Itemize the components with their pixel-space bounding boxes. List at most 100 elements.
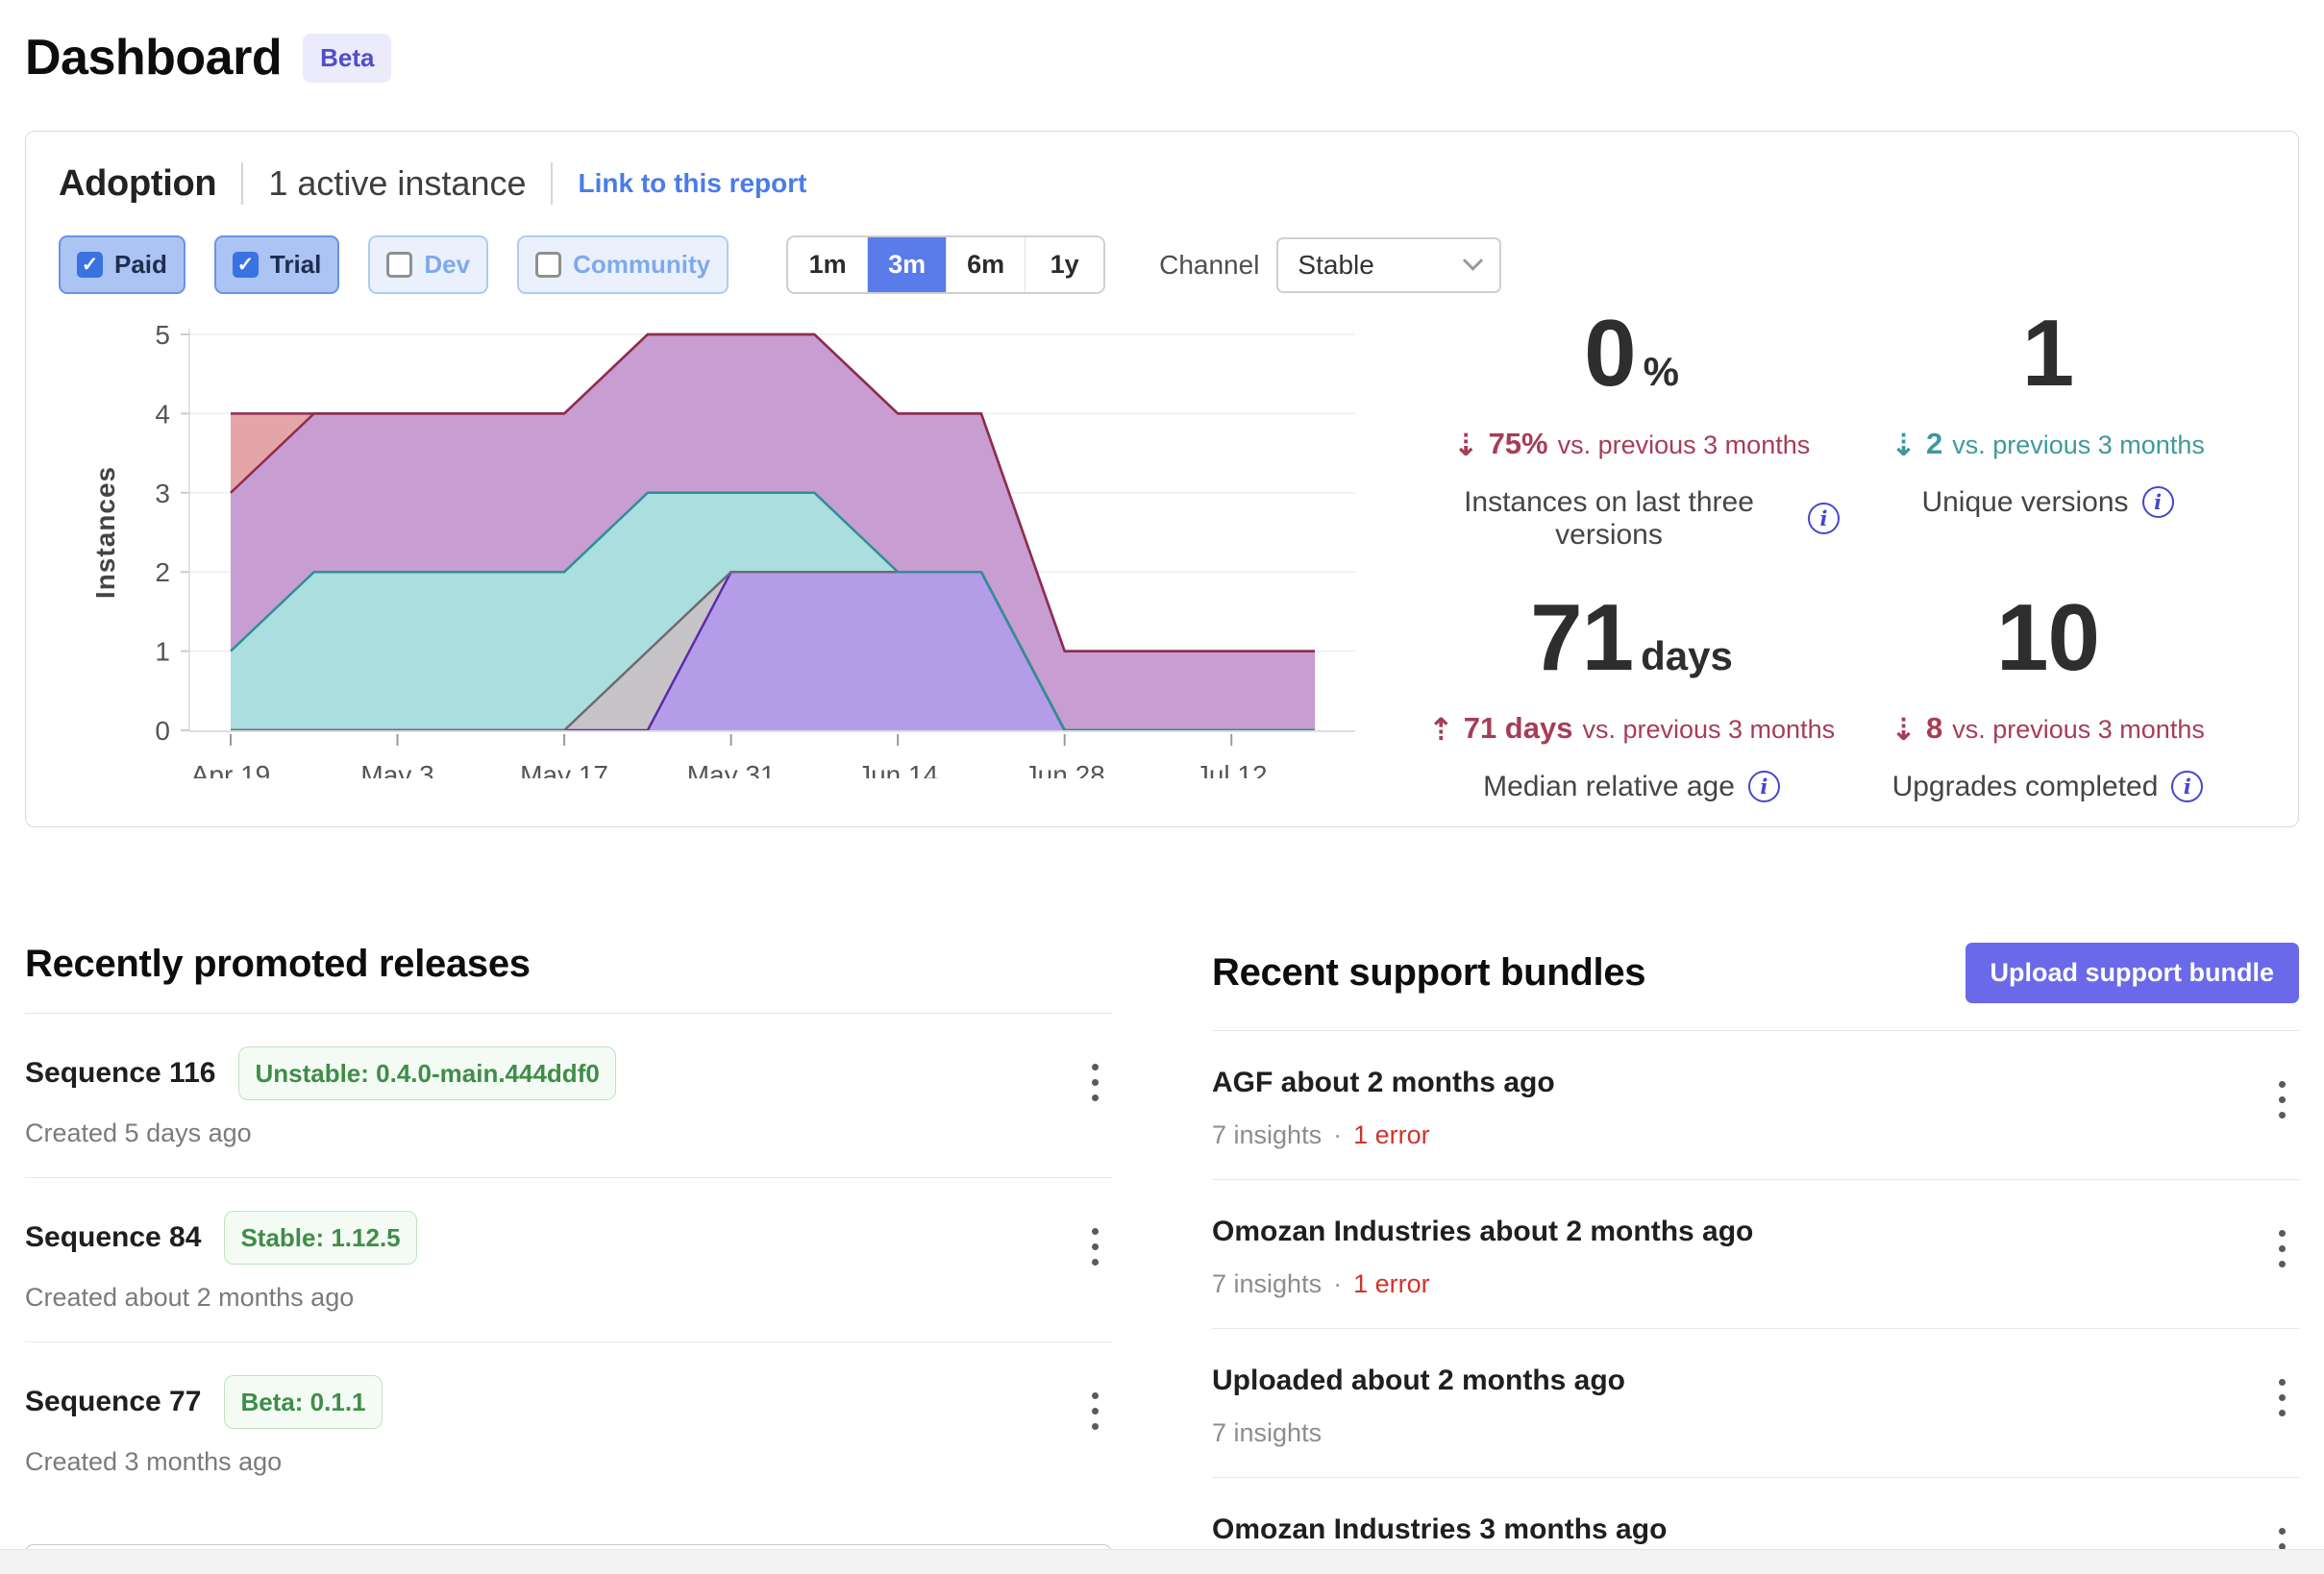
bundle-rows: AGF about 2 months ago 7 insights · 1 erro…	[1212, 1031, 2299, 1574]
kebab-menu-icon[interactable]	[1078, 1381, 1112, 1441]
bundle-row-main: Omozan Industries about 2 months ago 7 i…	[1212, 1213, 1753, 1299]
filter-label: Community	[573, 250, 710, 280]
svg-text:3: 3	[155, 479, 170, 508]
version-badge: Stable: 1.12.5	[224, 1211, 416, 1265]
time-range-group: 1m 3m 6m 1y	[786, 235, 1105, 294]
page-header: Dashboard Beta	[25, 29, 2299, 86]
bundle-error: 1 error	[1353, 1269, 1430, 1298]
release-row-main: Sequence 116 Unstable: 0.4.0-main.444ddf…	[25, 1046, 616, 1148]
bundle-title: AGF about 2 months ago	[1212, 1064, 1555, 1102]
filter-checkbox[interactable]: ✓ Trial	[214, 235, 339, 294]
release-rows: Sequence 116 Unstable: 0.4.0-main.444ddf…	[25, 1014, 1112, 1506]
kebab-menu-icon[interactable]	[1078, 1217, 1112, 1277]
y-axis-label: Instances	[90, 466, 120, 599]
release-title: Sequence 116	[25, 1054, 215, 1093]
adoption-stats: 0% ⇣ 75% vs. previous 3 months Instances…	[1423, 306, 2265, 803]
time-range-button[interactable]: 1m	[788, 237, 867, 292]
release-row: Sequence 77 Beta: 0.1.1 Created 3 months…	[25, 1342, 1112, 1506]
kebab-menu-icon[interactable]	[2265, 1218, 2299, 1279]
stat-change: ⇣ 75% vs. previous 3 months	[1423, 425, 1840, 461]
filter-checkbox[interactable]: ✓ Community	[517, 235, 729, 294]
lower-sections: Recently promoted releases Sequence 116 …	[25, 943, 2299, 1574]
info-icon[interactable]: i	[1808, 503, 1840, 534]
svg-text:4: 4	[155, 399, 170, 429]
info-icon[interactable]: i	[1748, 771, 1780, 802]
bundle-error: 1 error	[1353, 1120, 1430, 1149]
stat-label: Median relative age i	[1423, 771, 1840, 803]
channel-label: Channel	[1159, 250, 1259, 281]
dot-separator: ·	[1333, 1269, 1342, 1298]
time-range-button[interactable]: 3m	[867, 237, 946, 292]
stat-value: 10	[1840, 590, 2256, 686]
stat-change-value: 2	[1926, 427, 1942, 461]
filter-checkbox[interactable]: ✓ Paid	[59, 235, 185, 294]
kebab-menu-icon[interactable]	[2265, 1070, 2299, 1130]
bundle-insights: 7 insights	[1212, 1269, 1322, 1298]
bundle-insights: 7 insights	[1212, 1418, 1322, 1447]
svg-text:May 3: May 3	[360, 760, 433, 778]
checkbox-icon[interactable]: ✓	[233, 252, 259, 278]
upload-support-bundle-button[interactable]: Upload support bundle	[1966, 943, 2299, 1003]
bundle-title: Uploaded about 2 months ago	[1212, 1362, 1625, 1400]
adoption-chart-wrap: 012345Apr 19May 3May 17May 31Jun 14Jun 2…	[59, 317, 1423, 803]
checkbox-icon[interactable]: ✓	[386, 252, 412, 278]
bundle-error-wrap: · 1 error	[1322, 1269, 1430, 1298]
beta-badge: Beta	[303, 34, 391, 83]
release-row-main: Sequence 84 Stable: 1.12.5 Created about…	[25, 1211, 417, 1313]
kebab-menu-icon[interactable]	[1078, 1052, 1112, 1113]
time-range-button[interactable]: 6m	[946, 237, 1025, 292]
release-created: Created 3 months ago	[25, 1446, 383, 1477]
divider	[551, 162, 553, 205]
page-bottom-strip	[0, 1549, 2324, 1574]
stat-change-suffix: vs. previous 3 months	[1952, 715, 2205, 745]
stat-change: ⇣ 2 vs. previous 3 months	[1840, 425, 2256, 461]
bundle-error-wrap: · 1 error	[1322, 1120, 1430, 1149]
bundles-section-head: Recent support bundles Upload support bu…	[1212, 943, 2299, 1031]
filter-checkbox[interactable]: ✓ Dev	[368, 235, 488, 294]
stat-unit: days	[1641, 633, 1733, 678]
checkbox-icon[interactable]: ✓	[77, 252, 103, 278]
release-row: Sequence 116 Unstable: 0.4.0-main.444ddf…	[25, 1014, 1112, 1178]
filter-label: Paid	[114, 250, 167, 280]
stat-label: Upgrades completed i	[1840, 771, 2256, 803]
divider	[241, 162, 243, 205]
trend-arrow-icon: ⇡	[1428, 711, 1454, 748]
release-row: Sequence 84 Stable: 1.12.5 Created about…	[25, 1178, 1112, 1342]
active-instances-label: 1 active instance	[268, 163, 526, 204]
bundle-title: Omozan Industries about 2 months ago	[1212, 1213, 1753, 1251]
release-created: Created 5 days ago	[25, 1118, 616, 1148]
adoption-card-content: 012345Apr 19May 3May 17May 31Jun 14Jun 2…	[59, 317, 2265, 803]
svg-text:Jun 14: Jun 14	[857, 760, 938, 778]
release-created: Created about 2 months ago	[25, 1282, 417, 1313]
releases-section: Recently promoted releases Sequence 116 …	[25, 943, 1112, 1574]
stat-value: 0%	[1423, 306, 1840, 402]
trend-arrow-icon: ⇣	[1891, 711, 1916, 748]
bundle-title: Omozan Industries 3 months ago	[1212, 1511, 1667, 1549]
svg-text:2: 2	[155, 557, 170, 587]
time-range-button[interactable]: 1y	[1025, 237, 1103, 292]
adoption-title: Adoption	[59, 163, 216, 205]
bundles-heading: Recent support bundles	[1212, 951, 1645, 995]
release-title: Sequence 84	[25, 1218, 201, 1257]
info-icon[interactable]: i	[2171, 771, 2203, 802]
filter-label: Trial	[270, 250, 321, 280]
checkbox-icon[interactable]: ✓	[535, 252, 561, 278]
stat-change: ⇣ 8 vs. previous 3 months	[1840, 709, 2256, 746]
trend-arrow-icon: ⇣	[1891, 427, 1916, 463]
adoption-controls: ✓ Paid ✓ Trial ✓ Dev ✓	[59, 235, 2265, 294]
filter-label: Dev	[424, 250, 470, 280]
trend-arrow-icon: ⇣	[1453, 427, 1479, 463]
link-to-report[interactable]: Link to this report	[578, 168, 806, 199]
dot-separator: ·	[1333, 1120, 1342, 1149]
info-icon[interactable]: i	[2142, 486, 2174, 518]
stat-label: Unique versions i	[1840, 486, 2256, 519]
svg-text:May 17: May 17	[520, 760, 608, 778]
stat-change-suffix: vs. previous 3 months	[1582, 715, 1835, 745]
kebab-menu-icon[interactable]	[2265, 1367, 2299, 1428]
stat-value: 1	[1840, 306, 2256, 402]
chevron-down-icon	[1463, 251, 1483, 271]
dashboard-page: Dashboard Beta Adoption 1 active instanc…	[0, 0, 2324, 1574]
release-row-main: Sequence 77 Beta: 0.1.1 Created 3 months…	[25, 1375, 383, 1477]
stat-change-suffix: vs. previous 3 months	[1558, 430, 1811, 460]
channel-select[interactable]: Stable	[1276, 237, 1501, 293]
